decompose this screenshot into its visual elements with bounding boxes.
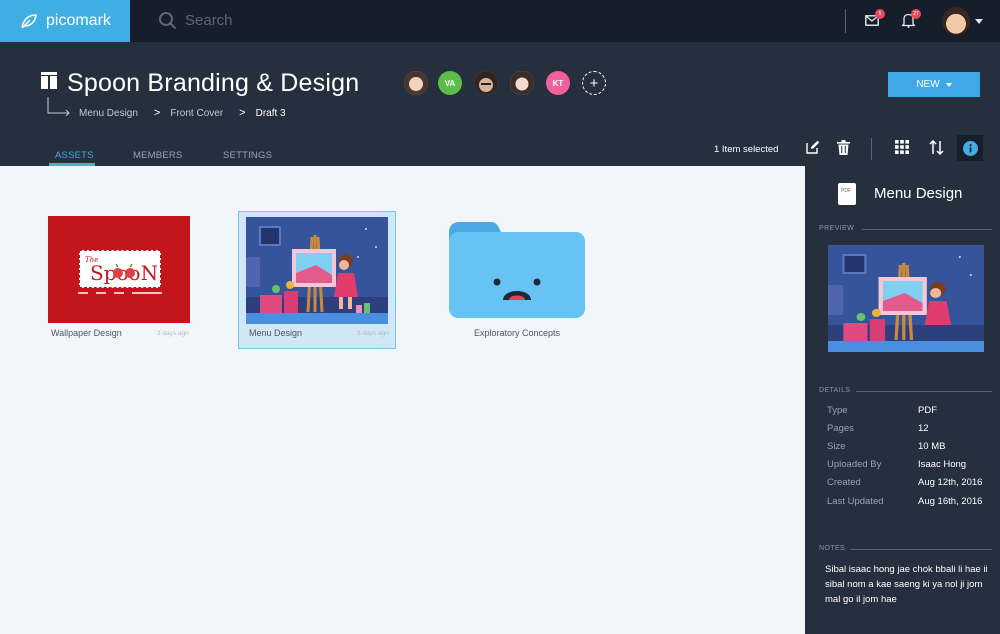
breadcrumb-item[interactable]: Front Cover xyxy=(170,108,223,119)
member-avatar[interactable] xyxy=(510,71,534,95)
folder-card[interactable]: Exploratory Concepts xyxy=(447,220,587,342)
messages-button[interactable]: 5 xyxy=(865,9,885,31)
asset-card[interactable]: The SpooN Wallpaper Design 3 days ago xyxy=(48,216,190,340)
folder-name: Exploratory Concepts xyxy=(474,328,561,338)
new-button[interactable]: NEW xyxy=(888,72,980,97)
spoon-logo: The SpooN xyxy=(79,250,161,288)
add-member-button[interactable]: + xyxy=(582,71,606,95)
trash-icon[interactable] xyxy=(837,140,850,155)
breadcrumb-arrow-icon xyxy=(47,97,70,117)
breadcrumb-item[interactable]: Menu Design xyxy=(79,108,138,119)
notifications-badge: 27 xyxy=(911,9,921,19)
search-icon xyxy=(159,12,177,30)
panel-preview xyxy=(828,245,984,352)
search-input[interactable]: Search xyxy=(185,12,233,29)
detail-value: PDF xyxy=(918,405,937,416)
detail-row: Created Aug 12th, 2016 xyxy=(827,477,997,488)
detail-value: Isaac Hong xyxy=(918,459,967,470)
divider xyxy=(856,391,992,392)
spoon-logo-image: The SpooN xyxy=(85,256,158,285)
user-photo-icon xyxy=(510,71,534,95)
breadcrumb-separator: > xyxy=(153,107,161,119)
detail-value: 12 xyxy=(918,423,929,434)
svg-text:SpooN: SpooN xyxy=(90,261,158,285)
detail-row: Type PDF xyxy=(827,405,997,416)
notes-label: NOTES xyxy=(819,545,846,552)
tab-assets[interactable]: ASSETS xyxy=(55,150,94,161)
member-avatar[interactable]: VA xyxy=(438,71,462,95)
chevron-down-icon[interactable] xyxy=(975,19,983,24)
divider xyxy=(871,138,872,160)
info-icon xyxy=(962,140,978,156)
detail-row: Pages 12 xyxy=(827,423,997,434)
detail-key: Size xyxy=(827,441,846,452)
asset-thumbnail: The SpooN xyxy=(48,216,190,323)
asset-name: Menu Design xyxy=(249,328,303,338)
divider xyxy=(845,9,846,33)
breadcrumb-separator: > xyxy=(239,107,246,119)
tab-members[interactable]: MEMBERS xyxy=(133,150,182,161)
app-logo[interactable]: picomark xyxy=(0,0,130,42)
asset-name: Wallpaper Design xyxy=(51,328,122,338)
pdf-file-icon: PDF xyxy=(838,183,856,205)
selection-count: 1 Item selected xyxy=(714,144,779,155)
user-photo-icon xyxy=(404,71,428,95)
asset-time: 3 days ago xyxy=(357,330,389,337)
preview-label: PREVIEW xyxy=(819,225,855,232)
page-title: Spoon Branding & Design xyxy=(67,69,360,97)
grid-icon[interactable] xyxy=(895,140,909,154)
project-icon xyxy=(41,72,57,89)
detail-key: Created xyxy=(827,477,861,488)
member-avatar[interactable] xyxy=(404,71,428,95)
tagline-marks xyxy=(78,292,162,298)
detail-value: Aug 16th, 2016 xyxy=(918,496,983,507)
notes-text[interactable]: Sibal isaac hong jae chok bbali li hae i… xyxy=(825,562,995,607)
active-tab-indicator xyxy=(49,163,95,166)
search-box[interactable]: Search xyxy=(158,11,233,30)
member-avatar[interactable] xyxy=(474,71,498,95)
breadcrumb: Menu Design > Front Cover > Draft 3 xyxy=(79,107,286,119)
detail-row: Last Updated Aug 16th, 2016 xyxy=(827,496,997,507)
breadcrumb-current: Draft 3 xyxy=(255,107,286,119)
edit-icon[interactable] xyxy=(806,140,820,154)
detail-value: Aug 12th, 2016 xyxy=(918,477,983,488)
tab-settings[interactable]: SETTINGS xyxy=(223,150,272,161)
asset-time: 3 days ago xyxy=(157,330,189,337)
user-avatar[interactable] xyxy=(942,7,970,35)
detail-key: Pages xyxy=(827,423,854,434)
detail-key: Uploaded By xyxy=(827,459,882,470)
member-avatar[interactable]: KT xyxy=(546,71,570,95)
detail-value: 10 MB xyxy=(918,441,946,452)
sort-icon[interactable] xyxy=(929,140,944,155)
detail-key: Last Updated xyxy=(827,496,884,507)
messages-badge: 5 xyxy=(875,9,885,19)
user-photo-icon xyxy=(474,71,498,95)
folder-icon xyxy=(449,222,585,318)
detail-row: Uploaded By Isaac Hong xyxy=(827,459,997,470)
asset-card-selected[interactable]: Menu Design 3 days ago xyxy=(238,211,396,349)
detail-row: Size 10 MB xyxy=(827,441,997,452)
asset-thumbnail xyxy=(246,217,388,324)
menu-illustration xyxy=(246,217,388,324)
leaf-icon xyxy=(21,14,37,29)
top-bar: picomark Search 5 27 xyxy=(0,0,1000,42)
project-header: Spoon Branding & Design VA KT + Menu Des… xyxy=(0,42,1000,166)
info-button[interactable] xyxy=(957,135,983,161)
menu-illustration xyxy=(828,245,984,352)
notifications-button[interactable]: 27 xyxy=(900,9,921,33)
panel-title: Menu Design xyxy=(874,185,963,202)
detail-key: Type xyxy=(827,405,848,416)
details-label: DETAILS xyxy=(819,387,851,394)
divider xyxy=(850,549,992,550)
caret-down-icon xyxy=(945,82,952,87)
app-name: picomark xyxy=(46,12,111,29)
divider xyxy=(862,229,992,230)
